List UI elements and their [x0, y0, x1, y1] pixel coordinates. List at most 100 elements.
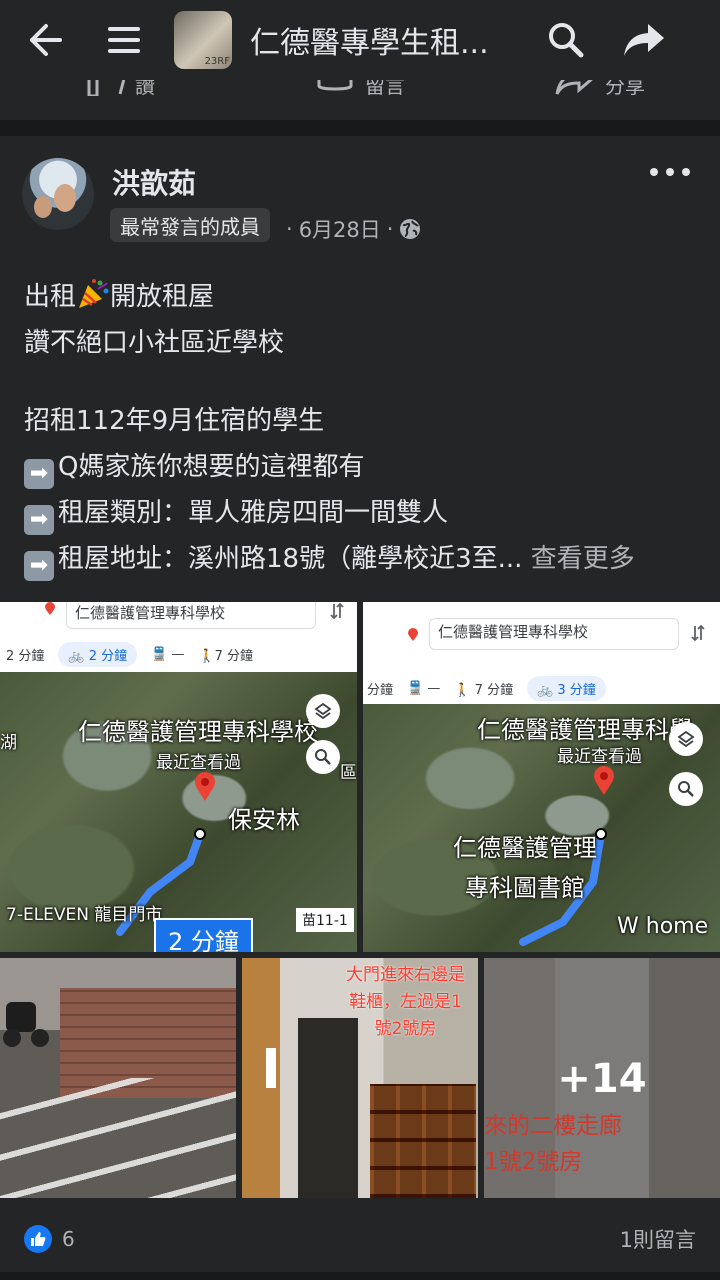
post-card: 洪歆茹 最常發言的成員 · 6月28日 · 出租 開放租屋 讚不絕口小社區近學校 … [0, 136, 720, 1280]
right-arrow-icon: ➡ [24, 551, 54, 581]
feed-divider [0, 120, 720, 136]
search-icon [549, 23, 584, 58]
map-label-library-1: 仁德醫護管理 [453, 834, 597, 862]
scooter-icon [3, 1002, 49, 1047]
map-search-button[interactable] [306, 740, 340, 774]
menu-button[interactable] [96, 12, 152, 68]
member-badge[interactable]: 最常發言的成員 [110, 208, 270, 242]
photo-entrance[interactable]: 大門進來右邊是 鞋櫃，左過是1 號2號房 [242, 958, 478, 1198]
bottom-divider [0, 1272, 720, 1280]
route-time-chip: 2 分鐘 [154, 918, 253, 952]
group-avatar-text: 23RF [204, 56, 230, 67]
photo-caption-line-1: 來的二樓走廊 [484, 1113, 622, 1139]
map-label-school: 仁德醫護管理專科學校 [78, 718, 318, 746]
author-avatar[interactable] [22, 158, 94, 230]
see-more-link[interactable]: 查看更多 [531, 544, 635, 574]
wall-sign [266, 1048, 276, 1088]
post-text: 出租 [24, 282, 77, 312]
post-line-3: 招租112年9月住宿的學生 [24, 406, 325, 436]
post-line-1: 出租 開放租屋 [24, 274, 704, 320]
menu-icon [108, 27, 140, 53]
search-icon [315, 749, 331, 765]
globe-icon [400, 219, 421, 239]
map-label-library-2: 專科圖書館 [465, 874, 585, 902]
map-label-place: 保安林 [228, 806, 300, 834]
back-button[interactable] [16, 12, 72, 68]
like-action-label: 讚 [135, 80, 155, 98]
map-label-right: 區 [340, 763, 357, 783]
comment-action-label: 留言 [365, 80, 405, 98]
post-footer: 6 1則留言 [0, 1198, 720, 1280]
photo-parking[interactable] [0, 958, 236, 1198]
right-arrow-icon: ➡ [24, 459, 54, 489]
hallway-door [298, 1018, 358, 1198]
post-meta: · 6月28日 · [286, 214, 421, 244]
layers-icon [677, 730, 695, 748]
thumbs-up-icon [31, 1232, 46, 1246]
like-reaction-icon[interactable] [24, 1225, 52, 1253]
right-arrow-icon: ➡ [24, 505, 54, 535]
layers-icon [314, 702, 332, 720]
map-label-store: 7-ELEVEN 龍目門市 [6, 905, 163, 925]
layers-button[interactable] [306, 694, 340, 728]
post-options-button[interactable] [650, 162, 690, 182]
share-button[interactable] [616, 12, 672, 68]
comment-icon [317, 80, 353, 91]
dot [650, 168, 658, 176]
search-button[interactable] [538, 12, 594, 68]
share-action[interactable]: 分享 [480, 80, 720, 120]
like-outline-icon [87, 80, 125, 96]
map-label-whome: W home [617, 914, 709, 939]
map-search-button[interactable] [669, 772, 703, 806]
post-line-2: 讚不絕口小社區近學校 [24, 328, 285, 358]
road-label: 苗11-1 [296, 908, 354, 932]
group-title[interactable]: 仁德醫專學生租... [250, 18, 520, 62]
group-avatar[interactable]: 23RF [174, 11, 232, 69]
meta-separator: · [386, 217, 394, 241]
photo-corridor-more[interactable]: +14 來的二樓走廊 1號2號房 [484, 958, 720, 1198]
map-photo-2[interactable]: 仁德醫護管理專科學校 分鐘 🚆 — 🚶 7 分鐘 🚲 3 分鐘 仁德醫護管理專科… [363, 602, 720, 952]
post-text: 租屋類別：單人雅房四間一間雙人 [58, 498, 449, 528]
parking-lines [0, 1078, 236, 1198]
more-photos-count: +14 [557, 1056, 647, 1102]
party-popper-icon [79, 279, 109, 308]
post-text: Q媽家族你想要的這裡都有 [58, 452, 365, 482]
map-pin-icon [594, 766, 614, 795]
post-date[interactable]: 6月28日 [299, 214, 381, 244]
photo-note-text: 大門進來右邊是 鞋櫃，左過是1 號2號房 [346, 965, 465, 1039]
post-body: 出租 開放租屋 讚不絕口小社區近學校 招租112年9月住宿的學生 ➡ Q媽家族你想要… [24, 274, 704, 582]
share-icon [624, 24, 664, 56]
meta-separator: · [286, 217, 293, 241]
photo-caption-line-2: 1號2號房 [484, 1149, 583, 1175]
post-text: 開放租屋 [110, 282, 215, 312]
dot [682, 168, 690, 176]
top-bar: 23RF 仁德醫專學生租... [0, 0, 720, 80]
map-label-left: 湖 [0, 733, 17, 753]
map-photo-1[interactable]: 仁德醫護管理專科學校 2 分鐘 🚲 2 分鐘 🚆 — 🚶7 分鐘 仁德醫護管理專… [0, 602, 357, 952]
map-label-recent: 最近查看過 [557, 747, 642, 767]
photo-grid: 仁德醫護管理專科學校 2 分鐘 🚲 2 分鐘 🚆 — 🚶7 分鐘 仁德醫護管理專… [0, 602, 720, 1198]
like-count[interactable]: 6 [62, 1227, 75, 1251]
avatar-face [54, 184, 76, 212]
share-action-label: 分享 [605, 80, 645, 98]
back-arrow-icon [30, 24, 62, 56]
like-action[interactable]: 讚 [0, 80, 240, 120]
avatar-face [34, 196, 52, 218]
dot [666, 168, 674, 176]
map-label-school: 仁德醫護管理專科學 [477, 716, 693, 744]
layers-button[interactable] [669, 722, 703, 756]
search-icon [678, 781, 694, 797]
post-line-5: ➡ 租屋類別：單人雅房四間一間雙人 [24, 490, 704, 536]
previous-post-actions: 讚 留言 分享 [0, 80, 720, 120]
photo-note: 大門進來右邊是 鞋櫃，左過是1 號2號房 [346, 962, 465, 1043]
map-pin-icon [195, 772, 215, 801]
map-label-recent: 最近查看過 [156, 753, 241, 773]
post-line-4: ➡ Q媽家族你想要的這裡都有 [24, 444, 704, 490]
photo-caption: 來的二樓走廊 1號2號房 [484, 1108, 622, 1180]
comment-count[interactable]: 1則留言 [620, 1224, 696, 1254]
author-name[interactable]: 洪歆茹 [112, 162, 196, 202]
comment-action[interactable]: 留言 [240, 80, 480, 120]
shoe-rack [370, 1084, 476, 1198]
share-outline-icon [555, 80, 593, 95]
